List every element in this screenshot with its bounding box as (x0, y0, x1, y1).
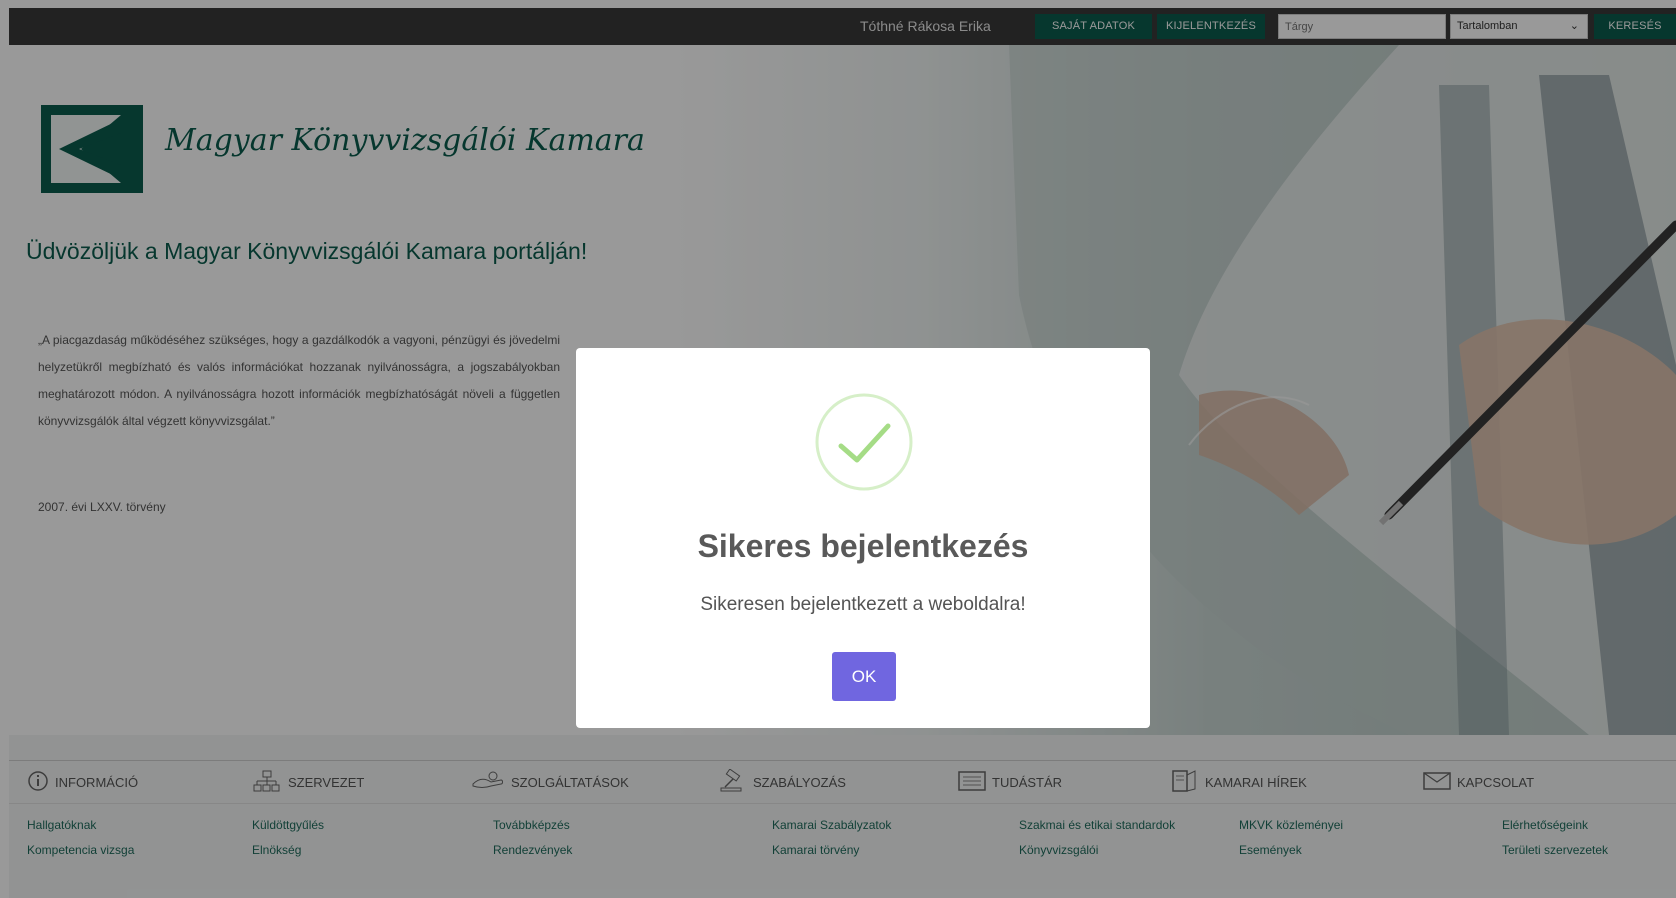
dialog-message: Sikeresen bejelentkezett a weboldalra! (700, 594, 1026, 615)
dialog-title: Sikeres bejelentkezés (697, 528, 1029, 564)
ok-button[interactable]: OK (832, 652, 896, 701)
success-check-icon (814, 392, 914, 497)
success-dialog: Sikeres bejelentkezés Sikeresen bejelent… (576, 348, 1150, 728)
modal-overlay[interactable]: Sikeres bejelentkezés Sikeresen bejelent… (0, 0, 1676, 898)
